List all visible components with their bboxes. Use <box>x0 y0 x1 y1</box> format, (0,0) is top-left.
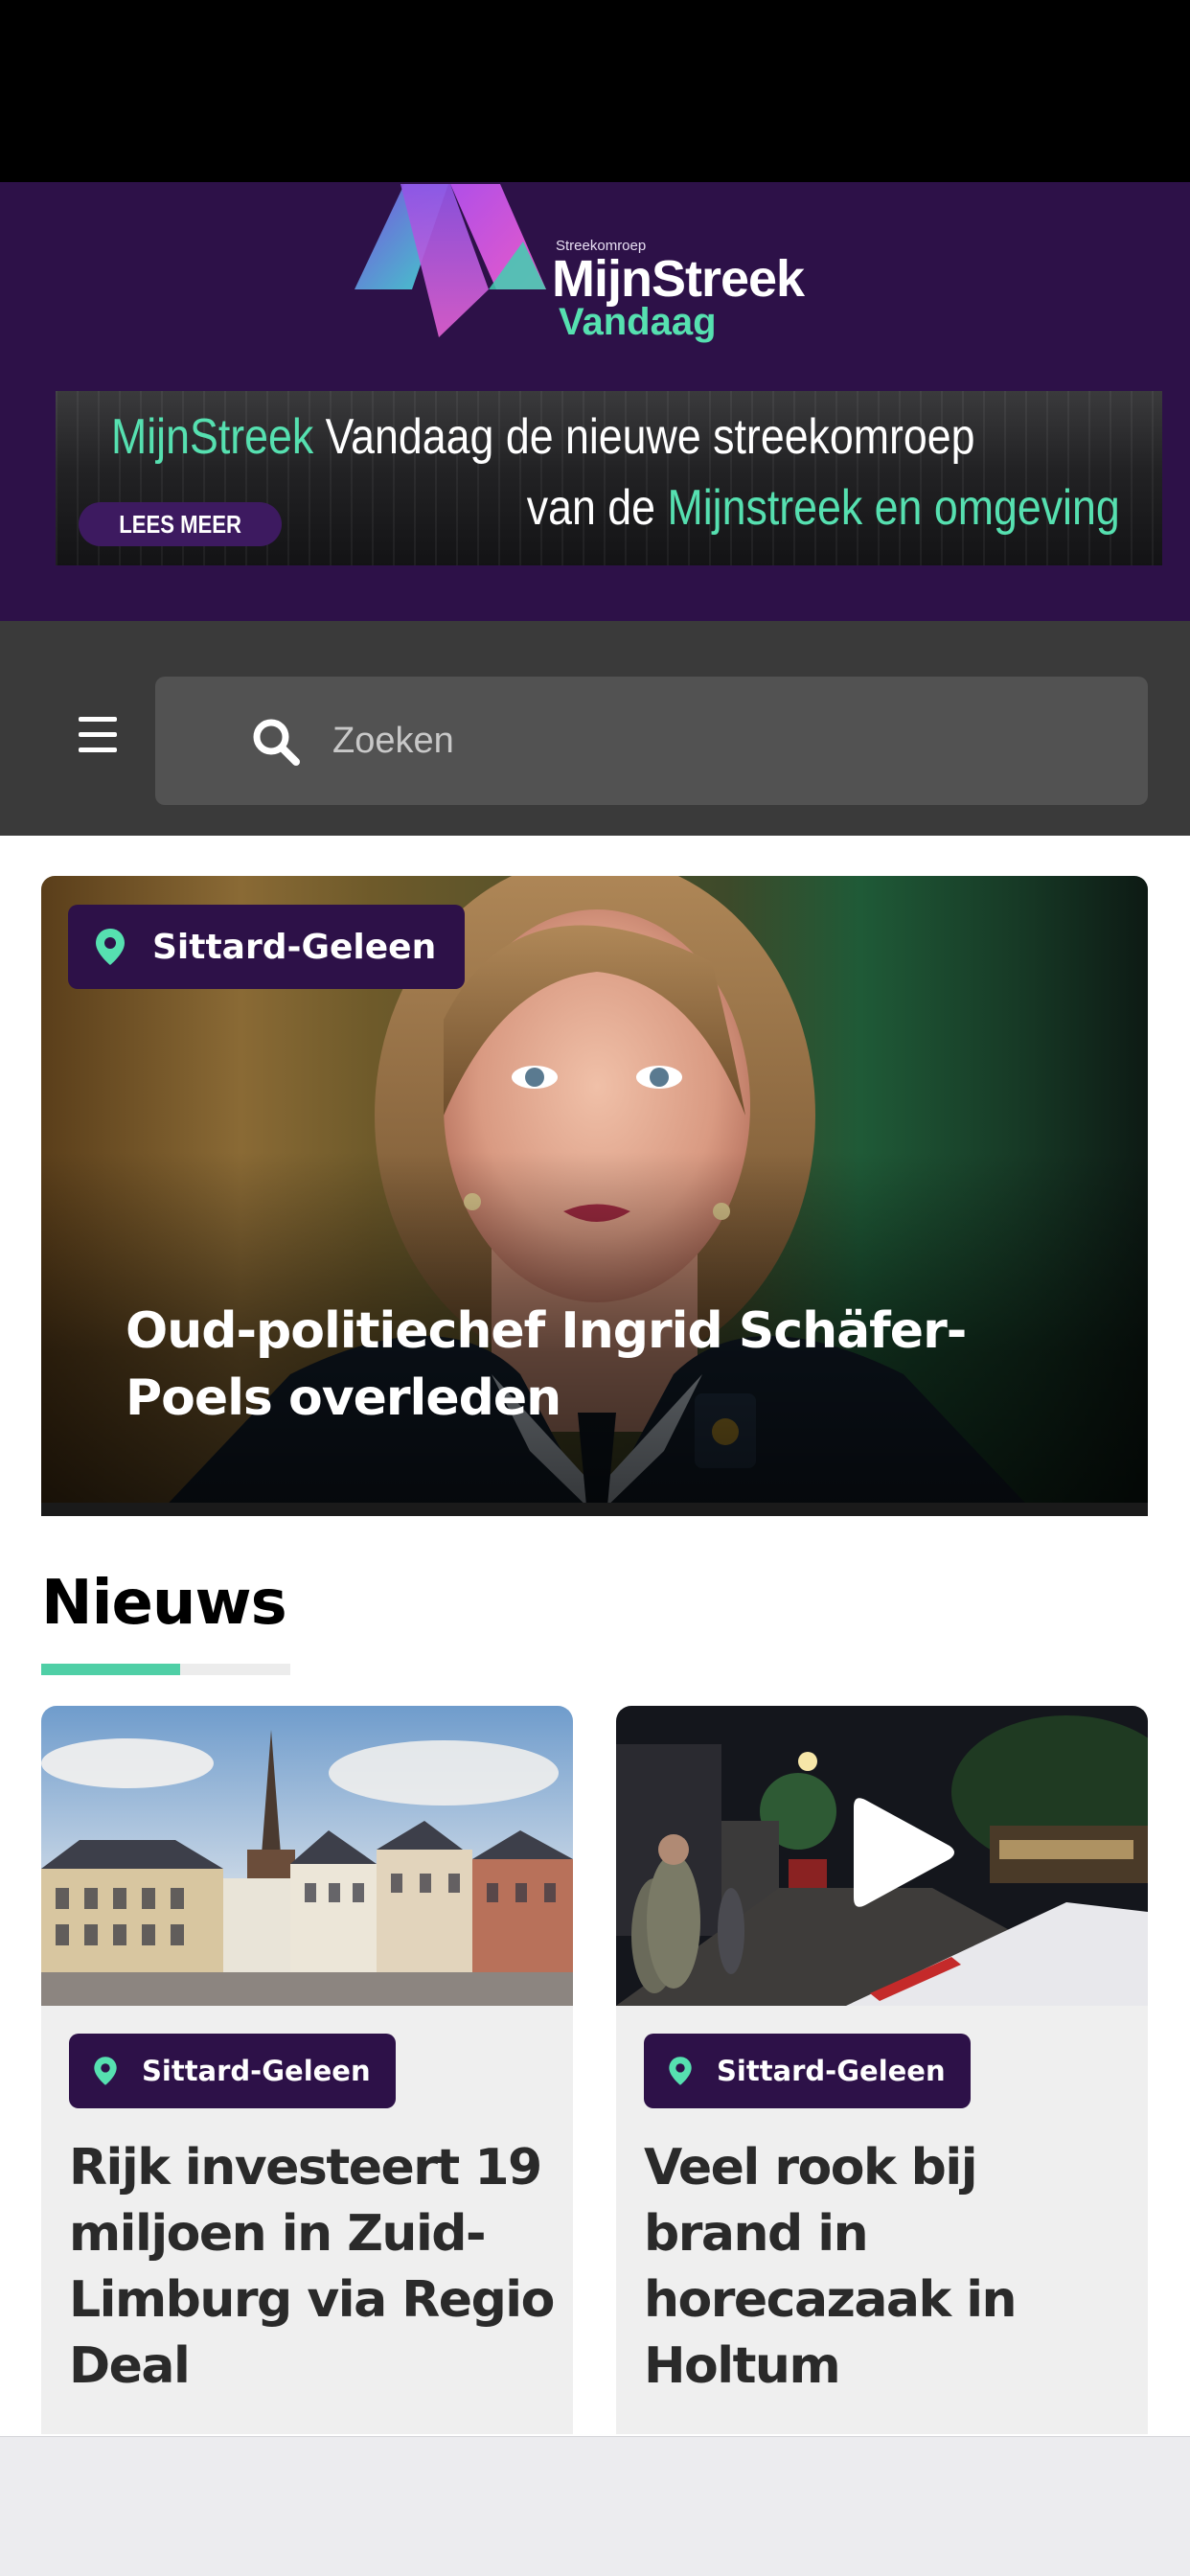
banner-line-1: MijnStreek Vandaag de nieuwe streekomroe… <box>111 408 975 466</box>
news-section-title: Nieuws <box>41 1568 287 1639</box>
map-pin-icon <box>669 2057 692 2085</box>
site-logo[interactable]: Streekomroep MijnStreek Vandaag <box>355 182 814 350</box>
section-title-underline <box>41 1664 290 1675</box>
brand-header: Streekomroep MijnStreek Vandaag MijnStre… <box>0 182 1190 621</box>
search-box[interactable] <box>155 677 1148 805</box>
location-badge-label: Sittard-Geleen <box>717 2055 946 2087</box>
lees-meer-label: LEES MEER <box>119 510 241 539</box>
news-card-title[interactable]: Veel rook bij brand in horecazaak in Hol… <box>644 2135 1133 2400</box>
browser-bottom-bar <box>0 2436 1190 2576</box>
banner-line-1-accent: MijnStreek <box>111 409 314 465</box>
location-badge[interactable]: Sittard-Geleen <box>69 2034 396 2108</box>
news-card[interactable]: Sittard-Geleen Rijk investeert 19 miljoe… <box>41 1706 573 2434</box>
banner-line-2: van de Mijnstreek en omgeving <box>527 479 1120 537</box>
nav-bar <box>0 621 1190 836</box>
featured-article-title[interactable]: Oud-politiechef Ingrid Schäfer-Poels ove… <box>126 1298 1084 1432</box>
status-bar <box>0 0 1190 182</box>
banner-line-2-text: van de <box>527 480 668 536</box>
search-input[interactable] <box>332 705 1099 776</box>
logo-name: MijnStreek <box>552 250 805 308</box>
location-badge-label: Sittard-Geleen <box>142 2055 371 2087</box>
banner-line-1-text: Vandaag de nieuwe streekomroep <box>313 409 975 465</box>
featured-article-bottom-edge <box>41 1503 1148 1516</box>
hamburger-menu-icon[interactable] <box>59 709 136 767</box>
location-badge-label: Sittard-Geleen <box>152 927 437 967</box>
news-card-image <box>41 1706 573 2006</box>
play-video-icon[interactable] <box>844 1790 959 1915</box>
location-badge[interactable]: Sittard-Geleen <box>68 905 466 989</box>
map-pin-icon <box>94 2057 117 2085</box>
banner-line-2-accent: Mijnstreek en omgeving <box>667 480 1120 536</box>
map-pin-icon <box>96 929 125 965</box>
promo-banner[interactable]: MijnStreek Vandaag de nieuwe streekomroe… <box>56 391 1162 565</box>
news-card[interactable]: Sittard-Geleen Veel rook bij brand in ho… <box>616 1706 1148 2434</box>
lees-meer-button[interactable]: LEES MEER <box>79 502 282 546</box>
featured-article[interactable]: Sittard-Geleen Oud-politiechef Ingrid Sc… <box>41 876 1148 1516</box>
news-card-title[interactable]: Rijk investeert 19 miljoen in Zuid-Limbu… <box>69 2135 558 2400</box>
logo-m-icon <box>355 184 546 337</box>
search-icon[interactable] <box>251 717 301 767</box>
location-badge[interactable]: Sittard-Geleen <box>644 2034 971 2108</box>
logo-subname: Vandaag <box>559 301 717 343</box>
